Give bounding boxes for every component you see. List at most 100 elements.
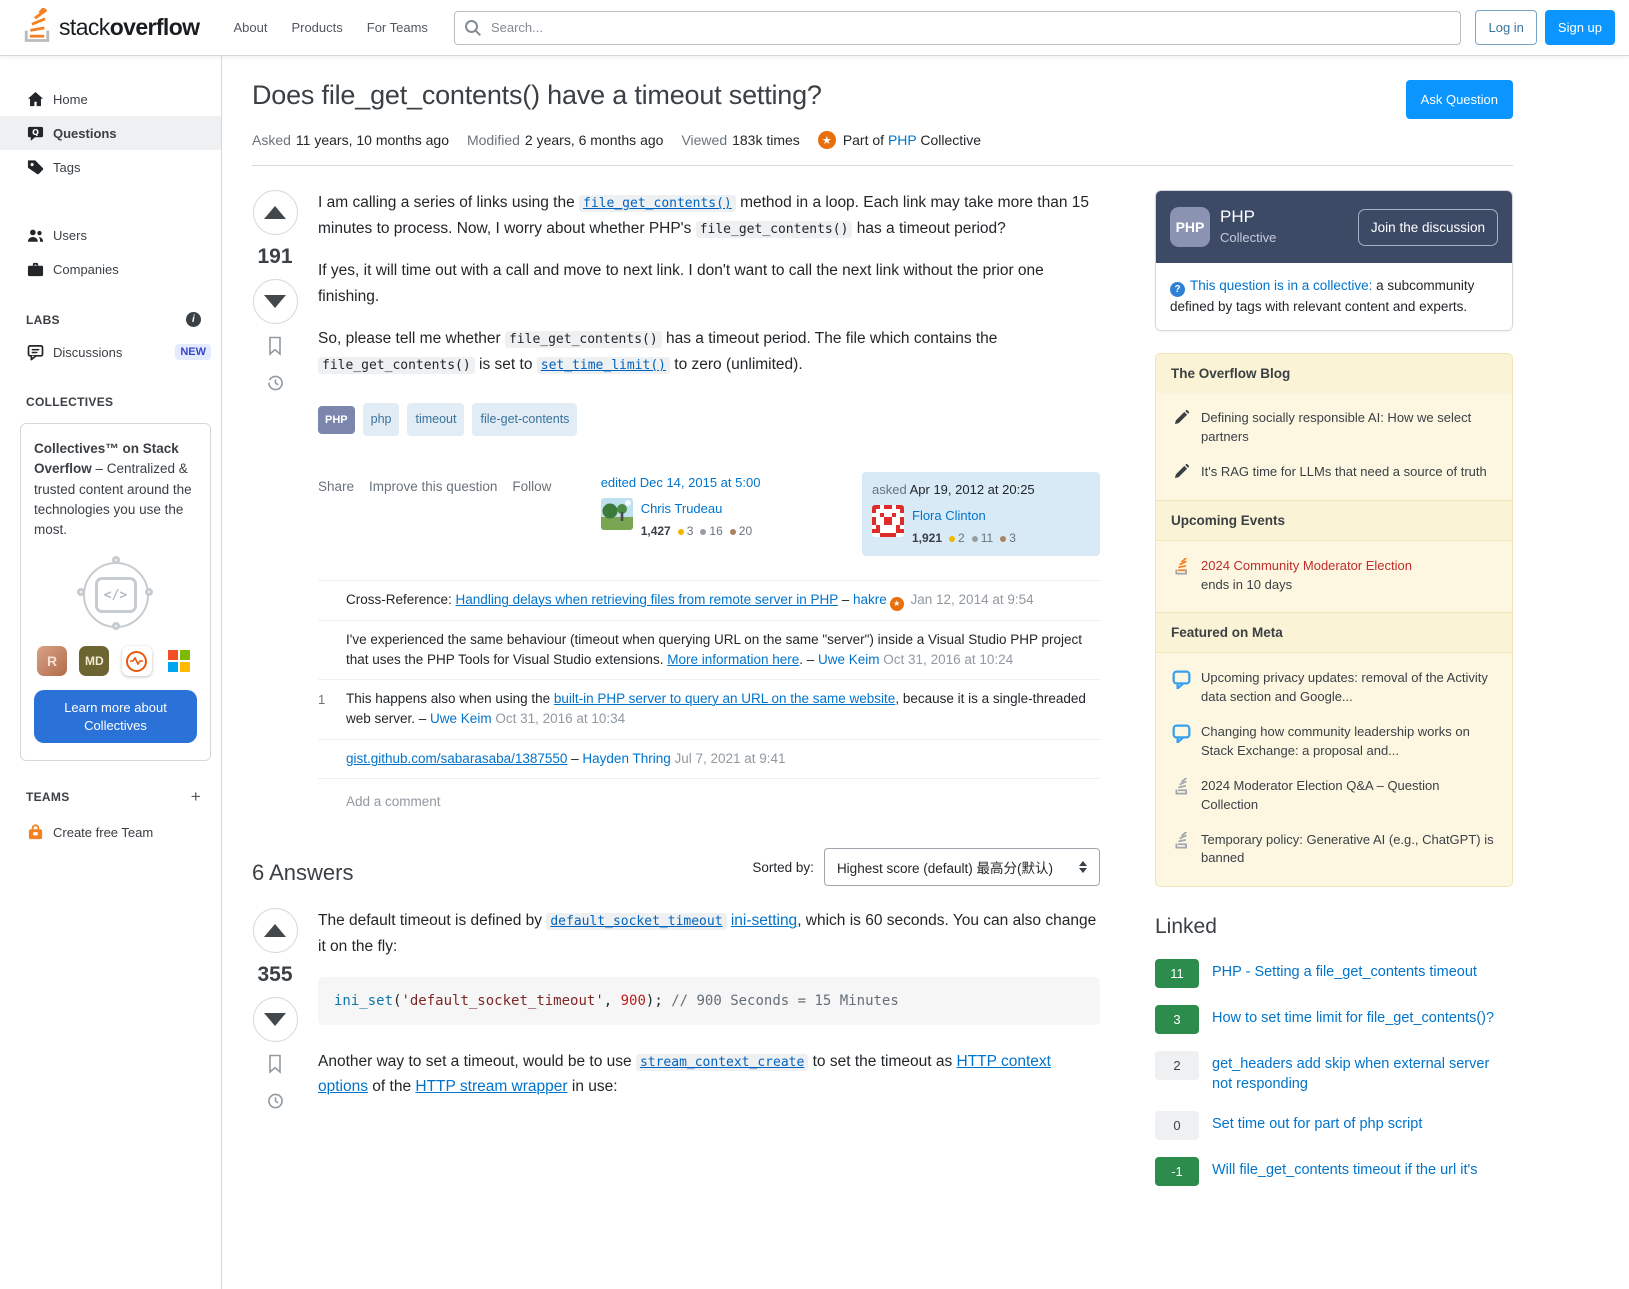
sidebar-item-home[interactable]: Home: [0, 82, 221, 116]
downvote-button[interactable]: [253, 279, 298, 324]
add-comment-link[interactable]: Add a comment: [346, 791, 441, 813]
share-link[interactable]: Share: [318, 476, 354, 556]
blog-item[interactable]: It's RAG time for LLMs that need a sourc…: [1156, 455, 1512, 490]
meta-item[interactable]: Upcoming privacy updates: removal of the…: [1156, 661, 1512, 715]
join-discussion-button[interactable]: Join the discussion: [1358, 209, 1498, 246]
inline-link[interactable]: More information here: [667, 652, 799, 667]
nav-for-teams[interactable]: For Teams: [355, 12, 440, 43]
pencil-icon: [1171, 409, 1191, 425]
history-icon[interactable]: [263, 371, 287, 398]
text: If yes, it will time out with a call and…: [318, 262, 1044, 305]
blog-item[interactable]: Defining socially responsible AI: How we…: [1156, 401, 1512, 455]
linked-item: -1 Will file_get_contents timeout if the…: [1155, 1157, 1513, 1186]
question-meta-row: Share Improve this question Follow edite…: [318, 472, 1100, 556]
observability-collective-icon[interactable]: [122, 646, 152, 676]
upvote-button[interactable]: [253, 190, 298, 235]
user-link[interactable]: Uwe Keim: [430, 711, 492, 726]
tag-file-get-contents[interactable]: file-get-contents: [472, 403, 577, 436]
sidebar-item-questions[interactable]: Q Questions: [0, 116, 221, 150]
comment: I've experienced the same behaviour (tim…: [318, 620, 1100, 680]
bookmark-icon[interactable]: [264, 334, 286, 361]
meta-item[interactable]: Temporary policy: Generative AI (e.g., C…: [1156, 823, 1512, 877]
companies-icon: [26, 260, 44, 278]
comment-date: Oct 31, 2016 at 10:24: [880, 652, 1014, 667]
event-item[interactable]: 2024 Community Moderator Election ends i…: [1156, 549, 1512, 603]
follow-link[interactable]: Follow: [512, 476, 551, 556]
nav-products[interactable]: Products: [279, 12, 354, 43]
ask-question-button[interactable]: Ask Question: [1406, 80, 1513, 119]
stackoverflow-logo[interactable]: stackoverflow: [14, 8, 207, 48]
user-link[interactable]: Hayden Thring: [582, 751, 670, 766]
inline-code-link[interactable]: file_get_contents(): [579, 195, 736, 212]
user-link[interactable]: hakre: [853, 592, 887, 607]
linked-question-link[interactable]: Will file_get_contents timeout if the ur…: [1212, 1157, 1478, 1180]
linked-question-link[interactable]: Set time out for part of php script: [1212, 1111, 1422, 1134]
add-team-icon[interactable]: +: [191, 787, 201, 807]
tag-timeout[interactable]: timeout: [407, 403, 464, 436]
comment: gist.github.com/sabarasaba/1387550 – Hay…: [318, 739, 1100, 779]
r-collective-icon[interactable]: R: [37, 646, 67, 676]
user-link[interactable]: Uwe Keim: [818, 652, 880, 667]
php-collective-tag[interactable]: PHP: [318, 406, 355, 434]
info-icon[interactable]: i: [186, 312, 201, 327]
user-link[interactable]: Flora Clinton: [912, 508, 986, 523]
comments-section: Cross-Reference: Handling delays when re…: [318, 580, 1100, 815]
sidebar-item-create-team[interactable]: Create free Team: [0, 815, 221, 849]
search-input[interactable]: [454, 11, 1462, 45]
featured-on-meta-header: Featured on Meta: [1156, 612, 1512, 653]
inline-link[interactable]: built-in PHP server to query an URL on t…: [554, 691, 895, 706]
answer-paragraph: The default timeout is defined by defaul…: [318, 908, 1100, 959]
meta-item[interactable]: Changing how community leadership works …: [1156, 715, 1512, 769]
collective-info-link[interactable]: This question is in a collective:: [1190, 278, 1372, 293]
inline-code-link[interactable]: set_time_limit(): [537, 357, 670, 374]
sort-dropdown[interactable]: Highest score (default) 最高分(默认): [824, 848, 1100, 886]
text: of the: [368, 1078, 415, 1095]
avatar[interactable]: [872, 505, 904, 537]
edit-history-link[interactable]: edited Dec 14, 2015 at 5:00: [601, 475, 761, 490]
question-vote-column: 191: [252, 190, 298, 814]
tag-php[interactable]: php: [363, 403, 400, 436]
avatar[interactable]: [601, 498, 633, 530]
php-collective-link[interactable]: PHP: [888, 132, 917, 148]
text: Another way to set a timeout, would be t…: [318, 1053, 636, 1070]
sidebar-item-users[interactable]: Users: [0, 218, 221, 252]
history-icon[interactable]: [263, 1089, 287, 1116]
inline-link[interactable]: Handling delays when retrieving files fr…: [456, 592, 838, 607]
markdown-collective-icon[interactable]: MD: [79, 646, 109, 676]
reputation: 1,427: [641, 522, 671, 542]
inline-code: file_get_contents(): [505, 331, 662, 348]
sidebar-item-companies[interactable]: Companies: [0, 252, 221, 286]
linked-question-link[interactable]: PHP - Setting a file_get_contents timeou…: [1212, 959, 1477, 982]
upvote-button[interactable]: [253, 908, 298, 953]
improve-link[interactable]: Improve this question: [369, 476, 497, 556]
inline-link[interactable]: gist.github.com/sabarasaba/1387550: [346, 751, 567, 766]
event-link[interactable]: 2024 Community Moderator Election: [1201, 557, 1412, 576]
answer-body: The default timeout is defined by defaul…: [318, 908, 1100, 1117]
gold-badges: 3: [678, 522, 694, 542]
login-button[interactable]: Log in: [1475, 10, 1536, 45]
collective-subtitle: Collective: [1220, 230, 1276, 245]
comment-score: 1: [318, 689, 346, 730]
bookmark-icon[interactable]: [264, 1052, 286, 1079]
stackexchange-mini-logo-icon: [1171, 831, 1191, 850]
signup-button[interactable]: Sign up: [1545, 10, 1615, 45]
downvote-button[interactable]: [253, 997, 298, 1042]
inline-code-link[interactable]: default_socket_timeout: [546, 913, 726, 930]
main-content: Does file_get_contents() have a timeout …: [222, 56, 1629, 1289]
stat-viewed: Viewed183k times: [681, 132, 799, 148]
inline-code-link[interactable]: stream_context_create: [636, 1054, 808, 1071]
linked-score-badge: 3: [1155, 1005, 1199, 1034]
learn-more-collectives-button[interactable]: Learn more about Collectives: [34, 690, 197, 743]
labs-section-header: LABS i: [0, 286, 221, 335]
linked-question-link[interactable]: get_headers add skip when external serve…: [1212, 1051, 1513, 1094]
nav-about[interactable]: About: [221, 12, 279, 43]
user-link[interactable]: Chris Trudeau: [641, 501, 723, 516]
inline-link[interactable]: ini-setting: [731, 912, 797, 929]
answer-vote-count: 355: [257, 963, 292, 987]
meta-item[interactable]: 2024 Moderator Election Q&A – Question C…: [1156, 769, 1512, 823]
sidebar-item-discussions[interactable]: Discussions NEW: [0, 335, 221, 369]
linked-question-link[interactable]: How to set time limit for file_get_conte…: [1212, 1005, 1494, 1028]
sidebar-item-tags[interactable]: Tags: [0, 150, 221, 184]
microsoft-collective-icon[interactable]: [164, 646, 194, 676]
inline-link[interactable]: HTTP stream wrapper: [415, 1078, 567, 1095]
